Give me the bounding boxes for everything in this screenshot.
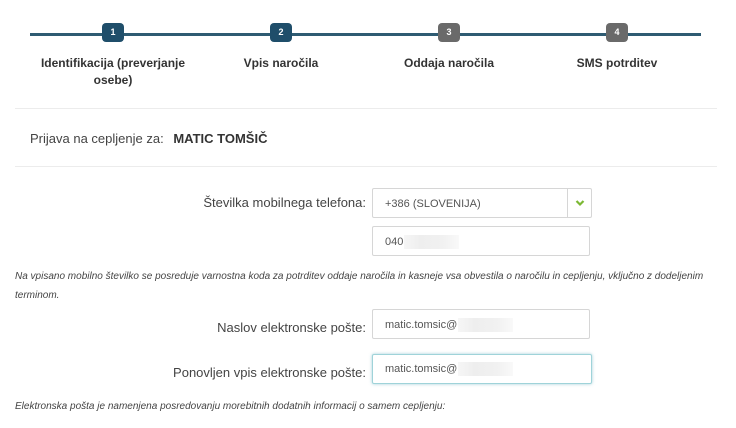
progress-stepper: 1 Identifikacija (preverjanje osebe) 2 V… [0, 0, 736, 110]
patient-name: MATIC TOMŠIČ [173, 131, 268, 146]
email-repeat-value: matic.tomsic@ [385, 363, 458, 375]
step-2-badge: 2 [270, 23, 292, 42]
email-value: matic.tomsic@ [385, 319, 458, 331]
registration-label: Prijava na cepljenje za: [30, 131, 164, 146]
phone-number-value: 040 [385, 236, 404, 248]
phone-note: Na vpisano mobilno številko se posreduje… [15, 271, 704, 301]
email-repeat-label: Ponovljen vpis elektronske pošte: [173, 365, 366, 380]
email-input[interactable]: matic.tomsic@ [372, 309, 590, 339]
step-2-label: Vpis naročila [243, 56, 319, 70]
divider [15, 108, 717, 109]
step-1-label: Identifikacija (preverjanje osebe) [40, 56, 186, 87]
chevron-down-icon[interactable] [567, 189, 591, 217]
email-repeat-input[interactable]: matic.tomsic@ [372, 354, 592, 384]
step-1-badge: 1 [102, 23, 124, 42]
stepper-line [30, 33, 701, 36]
email-label: Naslov elektronske pošte: [217, 320, 366, 335]
country-code-value: +386 (SLOVENIJA) [385, 198, 481, 210]
step-3-label: Oddaja naročila [403, 56, 495, 70]
country-code-select[interactable]: +386 (SLOVENIJA) [372, 188, 592, 218]
registration-line: Prijava na cepljenje za: MATIC TOMŠIČ [30, 131, 267, 146]
step-4-badge: 4 [606, 23, 628, 42]
redacted-blur [404, 235, 460, 250]
divider [15, 166, 717, 167]
email-note: Elektronska pošta je namenjena posredova… [15, 401, 446, 412]
redacted-blur [458, 318, 514, 333]
phone-label: Številka mobilnega telefona: [203, 195, 366, 210]
redacted-blur [458, 362, 514, 377]
step-4-label: SMS potrditev [576, 56, 658, 70]
phone-number-input[interactable]: 040 [372, 226, 590, 256]
step-3-badge: 3 [438, 23, 460, 42]
